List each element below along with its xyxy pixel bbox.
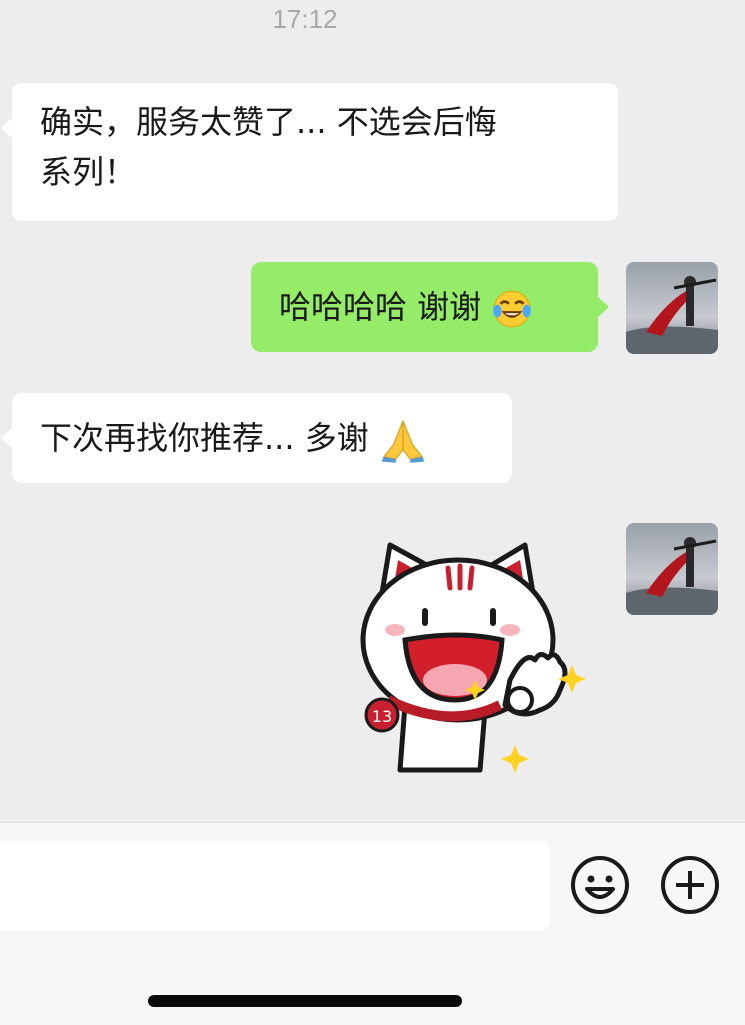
smiley-face-icon[interactable]	[570, 855, 630, 915]
user-avatar[interactable]	[626, 262, 718, 354]
plus-circle-icon[interactable]	[660, 855, 720, 915]
home-indicator[interactable]	[148, 995, 462, 1007]
message-text: 哈哈哈哈 谢谢	[279, 288, 482, 326]
warrior-avatar-image	[626, 262, 718, 354]
folded-hands-emoji	[381, 420, 425, 463]
message-text: 下次再找你推荐... 多谢	[40, 419, 369, 457]
message-text-line: 系列！	[40, 153, 137, 191]
warrior-avatar-image	[626, 523, 718, 615]
tears-of-joy-emoji	[493, 290, 532, 328]
chat-input-bar	[0, 822, 745, 1025]
white-cat-ok-gesture-sticker[interactable]: 13	[350, 530, 600, 780]
outgoing-message-bubble[interactable]: 哈哈哈哈 谢谢	[251, 262, 609, 352]
sticker-badge-text: 13	[372, 707, 392, 726]
cat-sticker-image: 13	[360, 542, 586, 773]
incoming-message-bubble[interactable]: 下次再找你推荐... 多谢	[1, 393, 512, 483]
timestamp: 17:12	[272, 4, 338, 34]
incoming-message-bubble[interactable]: 确实，服务太赞了... 不选会后悔 系列！	[1, 83, 618, 221]
message-input[interactable]	[0, 841, 550, 931]
user-avatar[interactable]	[626, 523, 718, 615]
message-text-line: 确实，服务太赞了... 不选会后悔	[40, 103, 497, 141]
